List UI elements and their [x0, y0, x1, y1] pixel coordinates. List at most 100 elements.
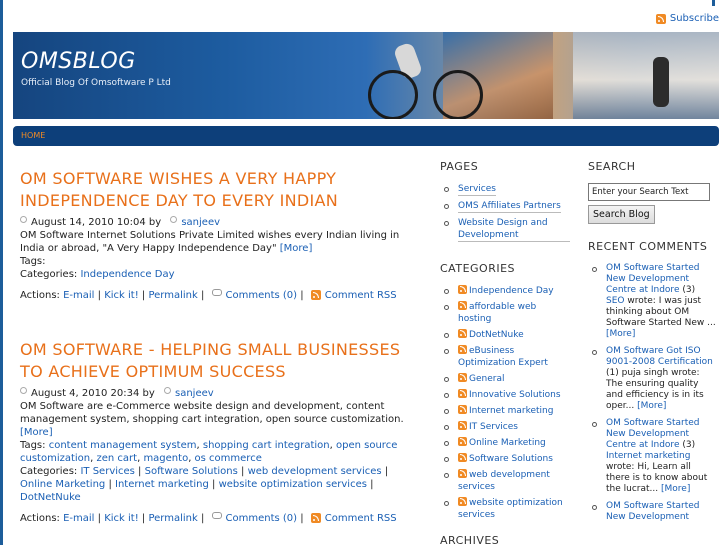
permalink-link[interactable]: Permalink — [148, 290, 197, 301]
tag-link[interactable]: magento — [143, 453, 188, 464]
post-author[interactable]: sanjeev — [175, 388, 214, 399]
more-link[interactable]: [More] — [661, 484, 690, 494]
post-meta: August 4, 2010 20:34 by sanjeev — [20, 387, 415, 400]
comments-link[interactable]: Comments (0) — [226, 513, 298, 524]
category-link[interactable]: Internet marketing — [469, 406, 553, 416]
rss-icon[interactable] — [458, 329, 467, 338]
rss-icon[interactable] — [458, 437, 467, 446]
search-input[interactable] — [588, 183, 710, 201]
category-link[interactable]: DotNetNuke — [469, 330, 524, 340]
category-link[interactable]: affordable web hosting — [458, 302, 536, 324]
post-categories: Categories: IT Services | Software Solut… — [20, 466, 389, 503]
tags-label: Tags: — [20, 256, 46, 267]
tag-link[interactable]: zen cart — [97, 453, 138, 464]
more-link[interactable]: [More] — [606, 329, 635, 339]
category-item: IT Services — [440, 421, 570, 433]
tag-link[interactable]: content management system — [49, 440, 197, 451]
category-item: Online Marketing — [440, 437, 570, 449]
category-link[interactable]: website optimization services — [458, 498, 563, 520]
rss-icon[interactable] — [458, 421, 467, 430]
recent-comment-item: OM Software Started New Development — [588, 501, 716, 523]
kick-link[interactable]: Kick it! — [104, 290, 139, 301]
category-link[interactable]: Online Marketing — [469, 438, 546, 448]
rss-icon[interactable] — [458, 373, 467, 382]
tags-label: Tags: — [20, 440, 46, 451]
more-link[interactable]: [More] — [280, 243, 313, 254]
category-link[interactable]: IT Services — [80, 466, 134, 477]
search-heading: SEARCH — [588, 160, 636, 173]
recent-comment-item: OM Software Got ISO 9001-2008 Certificat… — [588, 346, 716, 412]
comment-user-link[interactable]: SEO — [606, 296, 624, 306]
category-link[interactable]: Software Solutions — [145, 466, 238, 477]
kick-link[interactable]: Kick it! — [104, 513, 139, 524]
category-item: Software Solutions — [440, 453, 570, 465]
category-link[interactable]: Software Solutions — [469, 454, 553, 464]
category-link[interactable]: DotNetNuke — [20, 492, 81, 503]
comment-post-link[interactable]: OM Software Got ISO 9001-2008 Certificat… — [606, 346, 713, 367]
rss-icon[interactable] — [458, 301, 467, 310]
search-button[interactable]: Search Blog — [588, 205, 655, 224]
comment-user-link[interactable]: Internet marketing — [606, 451, 690, 461]
post-author[interactable]: sanjeev — [181, 217, 220, 228]
rss-icon[interactable] — [458, 285, 467, 294]
category-link[interactable]: web development services — [458, 470, 550, 492]
rss-icon[interactable] — [458, 405, 467, 414]
category-item: affordable web hosting — [440, 301, 570, 325]
category-link[interactable]: website optimization services — [219, 479, 367, 490]
category-link[interactable]: Internet marketing — [115, 479, 209, 490]
recent-comment-item: OM Software Started New Development Cent… — [588, 263, 716, 340]
nav-home-link[interactable]: HOME — [21, 131, 45, 140]
recent-comment-item: OM Software Started New Development Cent… — [588, 418, 716, 495]
tag-link[interactable]: os commerce — [195, 453, 262, 464]
subscribe-link[interactable]: Subscribe — [655, 13, 719, 24]
email-link[interactable]: E-mail — [63, 513, 94, 524]
comment-count: (1) — [606, 368, 619, 378]
comment-post-link[interactable]: OM Software Started New Development — [606, 501, 699, 522]
category-link[interactable]: Innovative Solutions — [469, 390, 561, 400]
post-categories: Categories: Independence Day — [20, 268, 415, 281]
categories-list: Independence Day affordable web hosting … — [440, 285, 570, 521]
tag-link[interactable]: shopping cart integration — [203, 440, 330, 451]
page-item: OMS Affiliates Partners — [440, 200, 570, 213]
category-link[interactable]: web development services — [248, 466, 382, 477]
post-title[interactable]: OM SOFTWARE WISHES A VERY HAPPY INDEPEND… — [20, 168, 415, 212]
post-actions: Actions: E-mail | Kick it! | Permalink |… — [20, 512, 397, 524]
category-item: eBusiness Optimization Expert — [440, 345, 570, 369]
email-link[interactable]: E-mail — [63, 290, 94, 301]
category-link[interactable]: Independence Day — [469, 286, 554, 296]
category-link[interactable]: Independence Day — [80, 269, 174, 280]
category-link[interactable]: General — [469, 374, 504, 384]
more-link[interactable]: [More] — [637, 401, 666, 411]
page-link-web-design[interactable]: Website Design and Development — [458, 217, 570, 242]
comment-count: (3) — [682, 440, 696, 450]
rss-icon[interactable] — [458, 389, 467, 398]
post-body: OM Software are e-Commerce website desig… — [20, 400, 415, 439]
category-link[interactable]: eBusiness Optimization Expert — [458, 346, 548, 368]
page-link-affiliates[interactable]: OMS Affiliates Partners — [458, 200, 561, 213]
comment-rss-link[interactable]: Comment RSS — [325, 513, 397, 524]
post-excerpt: OM Software Internet Solutions Private L… — [20, 230, 400, 254]
rss-icon[interactable] — [458, 497, 467, 506]
top-right-bar — [712, 0, 715, 6]
permalink-link[interactable]: Permalink — [148, 513, 197, 524]
post-tags: Tags: — [20, 255, 415, 268]
post-actions: Actions: E-mail | Kick it! | Permalink |… — [20, 289, 397, 301]
rss-icon[interactable] — [458, 469, 467, 478]
category-item: DotNetNuke — [440, 329, 570, 341]
post-title[interactable]: OM SOFTWARE - HELPING SMALL BUSINESSES T… — [20, 339, 415, 383]
rss-icon[interactable] — [458, 345, 467, 354]
page-link-services[interactable]: Services — [458, 183, 496, 196]
rss-icon[interactable] — [458, 453, 467, 462]
comment-rss-link[interactable]: Comment RSS — [325, 290, 397, 301]
post: OM SOFTWARE WISHES A VERY HAPPY INDEPEND… — [20, 168, 415, 302]
site-title[interactable]: OMSBLOG — [21, 49, 136, 74]
pages-list: Services OMS Affiliates Partners Website… — [440, 183, 570, 242]
author-icon — [170, 216, 178, 223]
category-link[interactable]: IT Services — [469, 422, 518, 432]
rss-icon — [310, 513, 321, 523]
more-link[interactable]: [More] — [20, 427, 53, 438]
post-meta: August 14, 2010 10:04 by sanjeev — [20, 216, 415, 229]
comments-link[interactable]: Comments (0) — [226, 290, 298, 301]
category-link[interactable]: Online Marketing — [20, 479, 105, 490]
post: OM SOFTWARE - HELPING SMALL BUSINESSES T… — [20, 339, 415, 525]
